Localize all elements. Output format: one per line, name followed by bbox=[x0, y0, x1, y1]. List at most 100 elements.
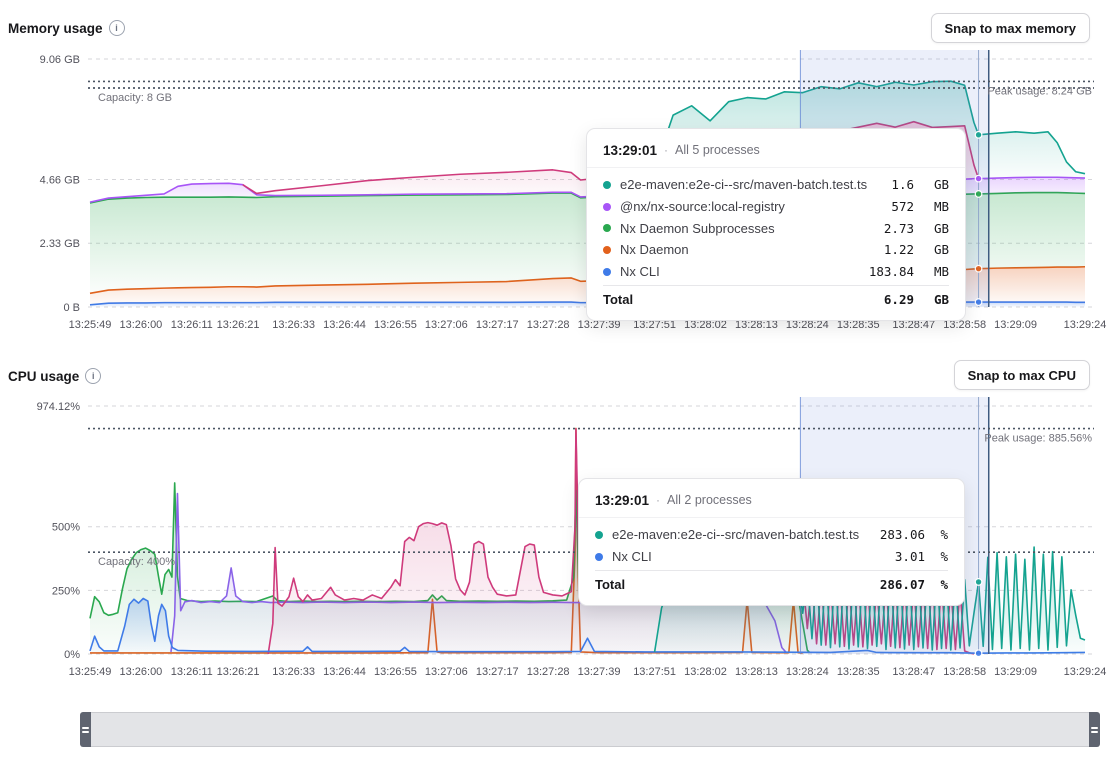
svg-text:13:27:28: 13:27:28 bbox=[527, 319, 570, 331]
tooltip-row: @nx/nx-source:local-registry572MB bbox=[603, 196, 949, 218]
tooltip-row: Nx CLI3.01% bbox=[595, 546, 948, 568]
tooltip-row: e2e-maven:e2e-ci--src/maven-batch.test.t… bbox=[595, 524, 948, 546]
series-dot bbox=[603, 246, 611, 254]
svg-text:13:26:00: 13:26:00 bbox=[119, 319, 162, 331]
cpu-info-icon[interactable]: i bbox=[85, 368, 101, 384]
process-name: Nx Daemon Subprocesses bbox=[620, 221, 875, 236]
cpu-tooltip: 13:29:01 · All 2 processes e2e-maven:e2e… bbox=[578, 478, 965, 606]
process-value: 283.06 bbox=[880, 527, 925, 542]
svg-text:13:26:11: 13:26:11 bbox=[171, 319, 213, 331]
divider bbox=[587, 167, 965, 168]
series-dot bbox=[603, 224, 611, 232]
svg-text:13:27:17: 13:27:17 bbox=[476, 666, 519, 678]
brush-track[interactable] bbox=[91, 712, 1089, 747]
series-dot bbox=[603, 203, 611, 211]
grip-icon bbox=[82, 725, 89, 735]
process-value: 1.6 bbox=[891, 177, 914, 192]
cpu-title-text: CPU usage bbox=[8, 369, 79, 384]
svg-text:13:26:21: 13:26:21 bbox=[217, 666, 260, 678]
svg-text:13:28:13: 13:28:13 bbox=[735, 666, 778, 678]
tooltip-separator: · bbox=[664, 143, 668, 157]
svg-text:0%: 0% bbox=[64, 649, 80, 661]
svg-text:9.06 GB: 9.06 GB bbox=[40, 54, 80, 66]
svg-text:13:29:24: 13:29:24 bbox=[1064, 666, 1107, 678]
series-dot bbox=[603, 268, 611, 276]
tooltip-row: Nx Daemon Subprocesses2.73GB bbox=[603, 217, 949, 239]
brush-left-handle[interactable] bbox=[80, 712, 91, 747]
tooltip-time: 13:29:01 bbox=[603, 143, 657, 158]
svg-text:13:28:47: 13:28:47 bbox=[892, 666, 935, 678]
svg-text:13:26:44: 13:26:44 bbox=[323, 666, 366, 678]
memory-title-text: Memory usage bbox=[8, 21, 103, 36]
total-value: 286.07 bbox=[880, 577, 925, 592]
process-unit: % bbox=[934, 549, 948, 564]
series-dot bbox=[603, 181, 611, 189]
svg-text:13:26:44: 13:26:44 bbox=[323, 319, 366, 331]
svg-text:974.12%: 974.12% bbox=[37, 401, 81, 413]
time-range-brush[interactable] bbox=[80, 712, 1100, 747]
series-dot bbox=[595, 553, 603, 561]
process-name: e2e-maven:e2e-ci--src/maven-batch.test.t… bbox=[620, 177, 882, 192]
snap-to-max-memory-button[interactable]: Snap to max memory bbox=[931, 13, 1091, 43]
svg-text:13:25:49: 13:25:49 bbox=[69, 666, 112, 678]
svg-text:Capacity: 400%: Capacity: 400% bbox=[98, 556, 175, 568]
process-value: 183.84 bbox=[869, 264, 914, 279]
tooltip-rows: e2e-maven:e2e-ci--src/maven-batch.test.t… bbox=[595, 524, 948, 567]
svg-text:13:26:11: 13:26:11 bbox=[171, 666, 213, 678]
svg-text:13:27:06: 13:27:06 bbox=[425, 666, 468, 678]
process-unit: % bbox=[934, 527, 948, 542]
tooltip-total-row: Total 286.07 % bbox=[595, 570, 948, 597]
process-unit: MB bbox=[923, 199, 949, 214]
memory-info-icon[interactable]: i bbox=[109, 20, 125, 36]
memory-tooltip: 13:29:01 · All 5 processes e2e-maven:e2e… bbox=[586, 128, 966, 321]
svg-text:13:27:28: 13:27:28 bbox=[527, 666, 570, 678]
svg-text:13:27:51: 13:27:51 bbox=[633, 666, 676, 678]
svg-text:4.66 GB: 4.66 GB bbox=[40, 174, 80, 186]
svg-text:13:27:17: 13:27:17 bbox=[476, 319, 519, 331]
tooltip-row: e2e-maven:e2e-ci--src/maven-batch.test.t… bbox=[603, 174, 949, 196]
svg-text:13:25:49: 13:25:49 bbox=[69, 319, 112, 331]
divider bbox=[579, 517, 964, 518]
memory-section-title: Memory usage i bbox=[8, 20, 125, 36]
process-unit: MB bbox=[923, 264, 949, 279]
svg-text:13:29:09: 13:29:09 bbox=[994, 666, 1037, 678]
total-value: 6.29 bbox=[884, 292, 914, 307]
tooltip-header: 13:29:01 · All 2 processes bbox=[595, 489, 948, 511]
svg-text:250%: 250% bbox=[52, 585, 80, 597]
svg-text:13:26:00: 13:26:00 bbox=[119, 666, 162, 678]
brush-right-handle[interactable] bbox=[1089, 712, 1100, 747]
svg-text:13:28:58: 13:28:58 bbox=[943, 666, 986, 678]
tooltip-rows: e2e-maven:e2e-ci--src/maven-batch.test.t… bbox=[603, 174, 949, 282]
svg-text:13:28:35: 13:28:35 bbox=[837, 666, 880, 678]
total-unit: GB bbox=[923, 292, 949, 307]
svg-text:2.33 GB: 2.33 GB bbox=[40, 238, 80, 250]
total-label: Total bbox=[595, 577, 871, 592]
process-unit: GB bbox=[923, 177, 949, 192]
svg-text:Capacity: 8 GB: Capacity: 8 GB bbox=[98, 92, 172, 104]
svg-text:13:29:09: 13:29:09 bbox=[994, 319, 1037, 331]
tooltip-header: 13:29:01 · All 5 processes bbox=[603, 139, 949, 161]
tooltip-time: 13:29:01 bbox=[595, 493, 649, 508]
tooltip-subtitle: All 2 processes bbox=[667, 493, 752, 507]
svg-text:Peak usage: 8.24 GB: Peak usage: 8.24 GB bbox=[987, 85, 1092, 97]
process-unit: GB bbox=[923, 221, 949, 236]
usage-charts-canvas[interactable]: 9.06 GB4.66 GB2.33 GB0 B13:25:4913:26:00… bbox=[0, 0, 1118, 761]
total-label: Total bbox=[603, 292, 875, 307]
svg-text:13:26:21: 13:26:21 bbox=[217, 319, 260, 331]
svg-text:13:28:02: 13:28:02 bbox=[684, 666, 727, 678]
process-value: 1.22 bbox=[884, 242, 914, 257]
tooltip-total-row: Total 6.29 GB bbox=[603, 285, 949, 312]
total-unit: % bbox=[934, 577, 948, 592]
process-name: Nx Daemon bbox=[620, 242, 875, 257]
process-unit: GB bbox=[923, 242, 949, 257]
svg-text:13:29:24: 13:29:24 bbox=[1064, 319, 1107, 331]
profiler-dashboard: 9.06 GB4.66 GB2.33 GB0 B13:25:4913:26:00… bbox=[0, 0, 1118, 761]
process-name: Nx CLI bbox=[612, 549, 886, 564]
tooltip-row: Nx Daemon 1.22 GB bbox=[603, 239, 949, 261]
process-value: 572 bbox=[891, 199, 914, 214]
svg-text:500%: 500% bbox=[52, 522, 80, 534]
cpu-section-title: CPU usage i bbox=[8, 368, 101, 384]
snap-to-max-cpu-button[interactable]: Snap to max CPU bbox=[954, 360, 1090, 390]
svg-text:13:26:33: 13:26:33 bbox=[272, 666, 315, 678]
series-dot bbox=[595, 531, 603, 539]
